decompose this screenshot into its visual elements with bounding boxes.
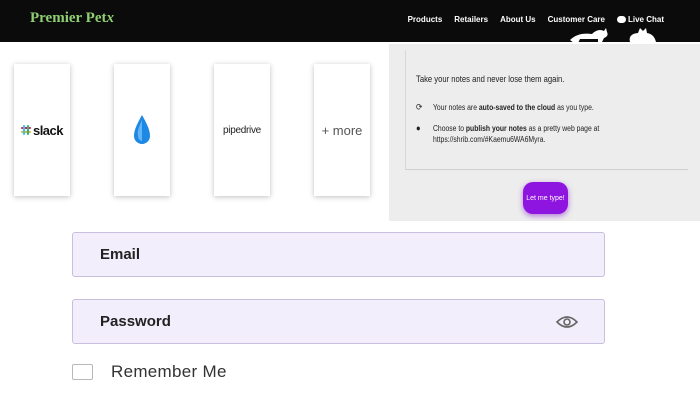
more-label: + more <box>321 122 363 138</box>
bullet2-post: as a pretty web page at <box>526 124 600 133</box>
autosave-bullet: ⟳ Your notes are auto-saved to the cloud… <box>416 102 688 113</box>
brand-suffix: x <box>106 10 114 26</box>
brand-name: Premier Pet <box>30 10 107 26</box>
globe-icon: ● <box>416 123 421 133</box>
integration-card-slack[interactable]: slack <box>14 64 70 196</box>
sync-icon: ⟳ <box>416 102 423 112</box>
pet-silhouettes-icon <box>570 28 656 43</box>
integration-card-drop[interactable] <box>114 64 170 196</box>
integration-card-more[interactable]: + more <box>314 64 370 196</box>
brand-logo[interactable]: Premier Petx <box>30 10 114 27</box>
password-input[interactable] <box>73 300 604 343</box>
bullet2-bold: publish your notes <box>465 124 527 133</box>
notes-panel: Take your notes and never lose them agai… <box>389 44 700 221</box>
notes-info-box: Take your notes and never lose them agai… <box>405 50 688 170</box>
email-field[interactable] <box>72 232 605 277</box>
pipedrive-logo-icon: pipedrive <box>223 124 261 136</box>
slack-mark-icon <box>20 125 31 135</box>
remember-me-row[interactable]: Remember Me <box>72 362 227 382</box>
bullet1-post: as you type. <box>555 103 594 112</box>
email-input[interactable] <box>73 233 604 276</box>
bullet2-pre: Choose to <box>433 124 466 133</box>
remember-me-checkbox[interactable] <box>72 364 93 380</box>
slack-label: slack <box>32 122 64 138</box>
notes-intro-text: Take your notes and never lose them agai… <box>416 74 565 84</box>
nav-link-products[interactable]: Products <box>408 15 443 24</box>
remember-me-label[interactable]: Remember Me <box>111 362 227 382</box>
integration-card-pipedrive[interactable]: pipedrive <box>214 64 270 196</box>
publish-url: https://shrib.com/#Kaemu6WA6Myra. <box>433 135 546 144</box>
nav-link-retailers[interactable]: Retailers <box>454 15 488 24</box>
nav-link-about-us[interactable]: About Us <box>500 15 536 24</box>
blue-drop-logo-icon <box>134 115 150 144</box>
slack-logo-icon: slack <box>20 122 64 138</box>
show-password-eye-icon[interactable] <box>556 315 578 329</box>
top-navbar: Premier Petx Products Retailers About Us… <box>0 0 700 43</box>
bullet1-pre: Your notes are <box>433 103 479 112</box>
password-field[interactable] <box>72 299 605 344</box>
let-me-type-button[interactable]: Let me type! <box>523 182 568 214</box>
publish-bullet: ● Choose to publish your notes as a pret… <box>416 123 688 145</box>
bullet1-bold: auto-saved to the cloud <box>478 103 556 112</box>
